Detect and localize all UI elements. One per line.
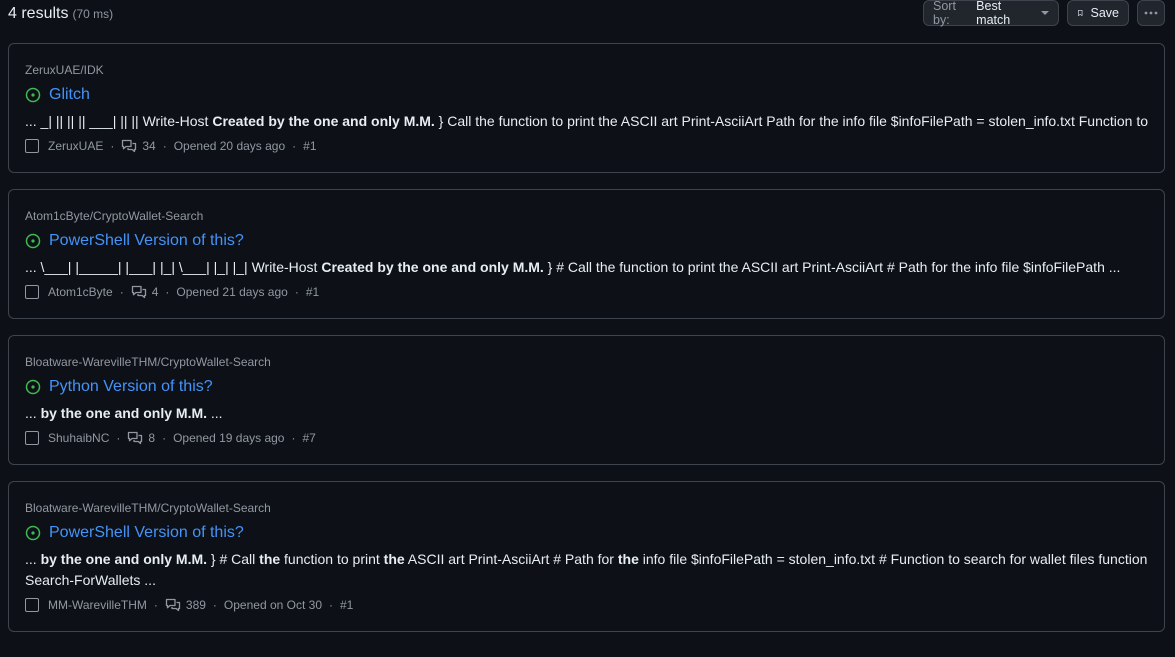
comment-discussion-icon [165, 598, 181, 612]
issue-number: #1 [340, 598, 354, 612]
separator-dot: · [116, 431, 121, 445]
comment-count[interactable]: 8 [148, 431, 155, 445]
separator-dot: · [294, 285, 299, 299]
opened-date: Opened on Oct 30 [223, 598, 322, 612]
snippet-fragment: function to print [280, 551, 384, 567]
issue-opened-icon [25, 379, 41, 395]
author-link[interactable]: ShuhaibNC [48, 431, 109, 445]
results-time: (70 ms) [72, 7, 114, 21]
separator-dot: · [119, 285, 124, 299]
result-snippet: ... by the one and only M.M. ... [25, 403, 1148, 424]
separator-dot: · [153, 598, 158, 612]
bookmark-icon [1078, 10, 1083, 16]
snippet-fragment: ... _| || || || ___| || || Write-Host [25, 113, 213, 129]
separator-dot: · [329, 598, 333, 612]
snippet-fragment: ... [25, 405, 41, 421]
results-summary: 4 results (70 ms) [8, 5, 113, 23]
issue-opened-icon [25, 233, 41, 249]
issue-number: #7 [302, 431, 316, 445]
opened-date: Opened 20 days ago [173, 139, 286, 153]
avatar[interactable] [25, 431, 39, 445]
issue-title-link[interactable]: PowerShell Version of this? [49, 524, 244, 542]
avatar[interactable] [25, 285, 39, 299]
snippet-fragment: ... [25, 551, 41, 567]
separator-dot: · [292, 139, 297, 153]
issue-number: #1 [305, 285, 320, 299]
sort-dropdown-button[interactable]: Sort by: Best match [923, 0, 1059, 27]
separator-dot: · [162, 431, 167, 445]
opened-date: Opened 19 days ago [173, 431, 285, 445]
search-result-card: Bloatware-WarevilleTHM/CryptoWallet-Sear… [8, 335, 1165, 465]
author-link[interactable]: ZeruxUAE [48, 139, 103, 153]
result-snippet: ... _| || || || ___| || || Write-Host Cr… [25, 111, 1148, 132]
search-result-card: ZeruxUAE/IDK Glitch ... _| || || || ___|… [8, 43, 1165, 173]
save-label: Save [1090, 6, 1120, 20]
avatar[interactable] [25, 598, 39, 612]
snippet-fragment: } # Call the function to print the ASCII… [543, 259, 1121, 275]
snippet-fragment: by the one and only M.M. [40, 405, 208, 421]
author-link[interactable]: MM-WarevilleTHM [48, 598, 147, 612]
results-count-label: 4 results [8, 5, 69, 22]
save-button[interactable]: Save [1067, 0, 1129, 26]
issue-opened-icon [25, 87, 41, 103]
search-result-card: Bloatware-WarevilleTHM/CryptoWallet-Sear… [8, 481, 1165, 632]
snippet-fragment: by the one and only M.M. [40, 551, 208, 567]
issue-title-row: PowerShell Version of this? [25, 232, 244, 250]
snippet-fragment: } Call the function to print the ASCII a… [434, 113, 1148, 129]
comment-count[interactable]: 4 [152, 285, 159, 299]
repo-name-link[interactable]: Atom1cByte/CryptoWallet-Search [25, 209, 203, 223]
author-link[interactable]: Atom1cByte [48, 285, 113, 299]
snippet-fragment: the [259, 551, 281, 567]
triangle-down-icon [1041, 11, 1049, 15]
separator-dot: · [212, 598, 217, 612]
result-meta: ZeruxUAE · 34 · Opened 20 days ago · #1 [25, 138, 317, 154]
snippet-fragment: } # Call [207, 551, 260, 567]
snippet-fragment: Created by the one and only M.M. [212, 113, 435, 129]
result-meta: ShuhaibNC · 8 · Opened 19 days ago · #7 [25, 430, 316, 446]
issue-title-row: Glitch [25, 86, 90, 104]
snippet-fragment: the [617, 551, 639, 567]
separator-dot: · [110, 139, 115, 153]
snippet-fragment: the [383, 551, 405, 567]
results-header: 4 results (70 ms) Sort by: Best match Sav… [0, 0, 1175, 30]
result-snippet: ... \___| |_____| |___| |_| \___| |_| |_… [25, 257, 1148, 278]
issue-opened-icon [25, 525, 41, 541]
sort-value: Best match [976, 0, 1011, 27]
issue-title-link[interactable]: Python Version of this? [49, 378, 213, 396]
issue-title-row: PowerShell Version of this? [25, 524, 244, 542]
snippet-fragment: ASCII art Print-AsciiArt # Path for [404, 551, 618, 567]
issue-title-link[interactable]: Glitch [49, 86, 90, 104]
separator-dot: · [165, 285, 170, 299]
issue-title-link[interactable]: PowerShell Version of this? [49, 232, 244, 250]
repo-name-link[interactable]: Bloatware-WarevilleTHM/CryptoWallet-Sear… [25, 501, 271, 515]
comment-discussion-icon [131, 285, 146, 299]
comment-count[interactable]: 34 [142, 139, 155, 153]
more-options-button[interactable] [1137, 0, 1165, 26]
issue-number: #1 [303, 139, 317, 153]
issue-title-row: Python Version of this? [25, 378, 213, 396]
snippet-fragment: ... \___| |_____| |___| |_| \___| |_| |_… [25, 259, 322, 275]
separator-dot: · [291, 431, 296, 445]
comment-discussion-icon [122, 139, 137, 153]
result-meta: Atom1cByte · 4 · Opened 21 days ago · #1 [25, 284, 319, 300]
avatar[interactable] [25, 139, 39, 153]
kebab-horizontal-icon [1144, 11, 1158, 15]
search-result-card: Atom1cByte/CryptoWallet-Search PowerShel… [8, 189, 1165, 319]
repo-name-link[interactable]: ZeruxUAE/IDK [25, 63, 104, 77]
opened-date: Opened 21 days ago [176, 285, 288, 299]
snippet-fragment: Created by the one and only M.M. [321, 259, 544, 275]
sort-prefix-label: Sort by: [933, 0, 956, 27]
repo-name-link[interactable]: Bloatware-WarevilleTHM/CryptoWallet-Sear… [25, 355, 271, 369]
snippet-fragment: ... [207, 405, 223, 421]
comment-discussion-icon [128, 431, 143, 445]
result-meta: MM-WarevilleTHM · 389 · Opened on Oct 30… [25, 597, 353, 613]
separator-dot: · [162, 139, 167, 153]
result-snippet: ... by the one and only M.M. } # Call th… [25, 549, 1148, 591]
comment-count[interactable]: 389 [186, 598, 206, 612]
